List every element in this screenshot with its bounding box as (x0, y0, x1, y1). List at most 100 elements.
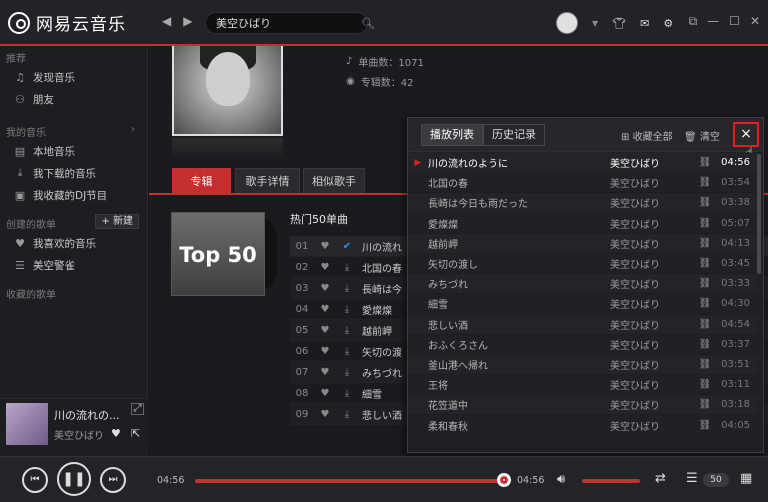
download-icon[interactable]: ⤓ (336, 262, 358, 273)
list-item[interactable]: 矢切の渡し 美空ひばり ⛓ 03:45 (408, 254, 757, 275)
download-icon[interactable]: ⤓ (336, 388, 358, 399)
tab-history[interactable]: 历史记录 (483, 124, 545, 146)
minimize-icon[interactable]: — (707, 14, 719, 29)
expand-icon[interactable]: ⤢ (131, 403, 144, 415)
list-item[interactable]: 細雪 美空ひばり ⛓ 04:30 (408, 294, 757, 315)
heart-icon[interactable]: ♥ (314, 241, 336, 252)
song-artist[interactable]: 美空ひばり (610, 236, 690, 251)
download-icon[interactable]: ⤓ (336, 409, 358, 420)
song-artist[interactable]: 美空ひばり (610, 397, 690, 412)
song-artist[interactable]: 美空ひばり (610, 317, 690, 332)
sidebar-item-liked[interactable]: ♥ 我喜欢的音乐 (0, 232, 147, 254)
heart-icon[interactable]: ♥ (314, 409, 336, 420)
link-icon[interactable]: ⛓ (690, 420, 720, 431)
song-artist[interactable]: 美空ひばり (610, 357, 690, 372)
downloaded-icon[interactable]: ✔ (336, 241, 358, 252)
song-artist[interactable]: 美空ひばり (610, 276, 690, 291)
volume-icon[interactable]: 🔊︎ (557, 472, 565, 487)
search-icon[interactable]: 🔍︎ (361, 17, 375, 30)
now-playing-cover[interactable] (6, 403, 48, 445)
tab-albums[interactable]: 专辑 (172, 168, 231, 193)
collect-all-button[interactable]: ⊞ 收藏全部 (621, 128, 673, 143)
next-button[interactable]: ⏭ (100, 467, 126, 493)
close-popup-button[interactable]: × (733, 122, 759, 147)
heart-icon[interactable]: ♥ (111, 427, 121, 440)
song-artist[interactable]: 美空ひばり (610, 216, 690, 231)
heart-icon[interactable]: ♥ (314, 304, 336, 315)
sidebar-item-discover[interactable]: ♫ 发现音乐 (0, 66, 147, 88)
loop-icon[interactable]: ⇄ (655, 471, 666, 486)
link-icon[interactable]: ⛓ (690, 157, 720, 168)
list-item[interactable]: 長崎は今日も雨だった 美空ひばり ⛓ 03:38 (408, 193, 757, 214)
playlist-icon[interactable]: ☰ (686, 471, 698, 486)
search-input[interactable] (216, 16, 361, 30)
now-playing-artist[interactable]: 美空ひばり (54, 427, 104, 442)
app-logo[interactable]: 网易云音乐 (8, 10, 126, 35)
share-icon[interactable]: ⇱ (131, 427, 140, 440)
gear-icon[interactable]: ⚙ (663, 17, 673, 30)
download-icon[interactable]: ⤓ (336, 283, 358, 294)
new-playlist-button[interactable]: + 新建 (95, 214, 139, 229)
song-artist[interactable]: 美空ひばり (610, 155, 690, 170)
heart-icon[interactable]: ♥ (314, 367, 336, 378)
top50-cover[interactable]: Top 50 (171, 212, 265, 296)
list-item[interactable]: 悲しい酒 美空ひばり ⛓ 04:54 (408, 314, 757, 335)
list-item[interactable]: 柔和春秋 美空ひばり ⛓ 04:05 (408, 415, 757, 436)
song-artist[interactable]: 美空ひばり (610, 418, 690, 433)
link-icon[interactable]: ⛓ (690, 197, 720, 208)
back-arrow-icon[interactable]: ◀ (162, 14, 171, 28)
link-icon[interactable]: ⛓ (690, 379, 720, 390)
mail-icon[interactable]: ✉ (640, 17, 649, 30)
link-icon[interactable]: ⛓ (690, 258, 720, 269)
list-item[interactable]: 越前岬 美空ひばり ⛓ 04:13 (408, 233, 757, 254)
heart-icon[interactable]: ♥ (314, 325, 336, 336)
link-icon[interactable]: ⛓ (690, 177, 720, 188)
link-icon[interactable]: ⛓ (690, 399, 720, 410)
tab-artist-detail[interactable]: 歌手详情 (235, 168, 300, 193)
song-artist[interactable]: 美空ひばり (610, 175, 690, 190)
sidebar-item-local[interactable]: ▤ 本地音乐 (0, 140, 147, 162)
sidebar-item-downloads[interactable]: ⤓ 我下载的音乐 (0, 162, 147, 184)
playlist-scrollbar[interactable] (757, 154, 761, 274)
link-icon[interactable]: ⛓ (690, 238, 720, 249)
song-artist[interactable]: 美空ひばり (610, 256, 690, 271)
forward-arrow-icon[interactable]: ▶ (183, 14, 192, 28)
mini-mode-icon[interactable]: ⧉ (689, 14, 698, 29)
link-icon[interactable]: ⛓ (690, 359, 720, 370)
heart-icon[interactable]: ♥ (314, 388, 336, 399)
heart-icon[interactable]: ♥ (314, 283, 336, 294)
list-item[interactable]: 釜山港へ帰れ 美空ひばり ⛓ 03:51 (408, 354, 757, 376)
sidebar-item-friends[interactable]: ⚇ 朋友 (0, 88, 147, 110)
volume-bar[interactable] (582, 479, 640, 483)
song-artist[interactable]: 美空ひばり (610, 377, 690, 392)
download-icon[interactable]: ⤓ (336, 346, 358, 357)
song-artist[interactable]: 美空ひばり (610, 337, 690, 352)
list-item[interactable]: ▶ 川の流れのように 美空ひばり ⛓ 04:56 (408, 153, 757, 174)
heart-icon[interactable]: ♥ (314, 262, 336, 273)
lyrics-icon[interactable]: ▦ (740, 471, 752, 486)
tab-playlist[interactable]: 播放列表 (421, 124, 483, 146)
skin-icon[interactable]: 👕︎ (612, 17, 626, 30)
maximize-icon[interactable]: ☐ (729, 14, 740, 29)
search-box[interactable]: 🔍︎ (205, 12, 375, 34)
now-playing-card[interactable]: 川の流れの... 美空ひばり ⤢ ♥ ⇱ (0, 398, 148, 454)
previous-button[interactable]: ⏮ (22, 467, 48, 493)
list-item[interactable]: おふくろさん 美空ひばり ⛓ 03:37 (408, 335, 757, 355)
avatar[interactable] (556, 12, 578, 34)
link-icon[interactable]: ⛓ (690, 298, 720, 309)
list-item[interactable]: 北国の春 美空ひばり ⛓ 03:54 (408, 173, 757, 194)
list-item[interactable]: みちづれ 美空ひばり ⛓ 03:33 (408, 274, 757, 295)
chevron-down-icon[interactable]: ▼ (592, 19, 598, 28)
queue-count-badge[interactable]: 50 (703, 473, 729, 487)
link-icon[interactable]: ⛓ (690, 218, 720, 229)
list-item[interactable]: 花笠道中 美空ひばり ⛓ 03:18 (408, 395, 757, 416)
progress-bar[interactable] (195, 479, 506, 483)
heart-icon[interactable]: ♥ (314, 346, 336, 357)
pause-button[interactable]: ❚❚ (57, 462, 91, 496)
song-artist[interactable]: 美空ひばり (610, 296, 690, 311)
download-icon[interactable]: ⤓ (336, 304, 358, 315)
link-icon[interactable]: ⛓ (690, 339, 720, 350)
tab-similar[interactable]: 相似歌手 (303, 168, 365, 193)
list-item[interactable]: 愛燦燦 美空ひばり ⛓ 05:07 (408, 214, 757, 234)
sidebar-item-playlist[interactable]: ☰ 美空警雀 (0, 254, 147, 276)
